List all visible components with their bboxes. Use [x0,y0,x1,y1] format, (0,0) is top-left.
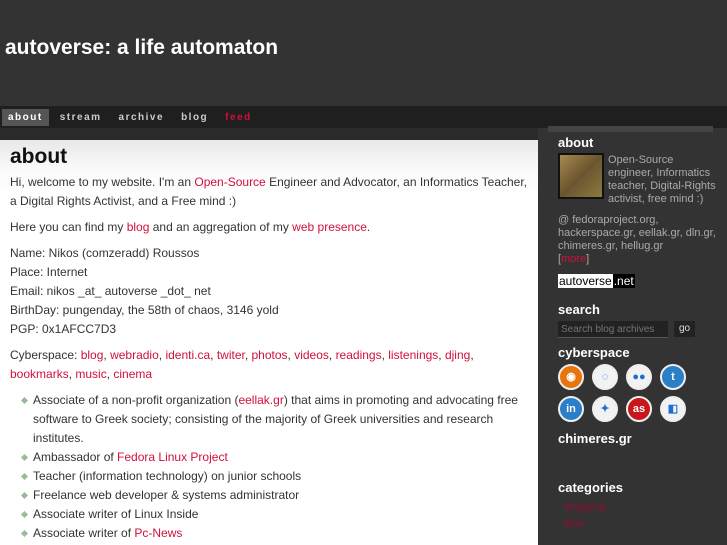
list-item: Freelance web developer & systems admini… [22,486,528,505]
text: and an aggregation of my [149,220,293,234]
link[interactable]: Open-Source [194,175,265,189]
text: , [244,348,252,362]
page-title: about [10,145,68,168]
text: Here you can find my [10,220,127,234]
twitter-icon[interactable]: t [660,364,686,390]
text: Associate writer of Linux Inside [33,507,199,521]
main-content: about Hi, welcome to my website. I'm an … [0,140,538,545]
category-link[interactable]: blogging [558,499,717,516]
text: Cyberspace: [10,348,81,362]
list-item: Associate of a non-profit organization (… [22,391,528,448]
text: Associate of a non-profit organization ( [33,393,239,407]
text: Associate writer of [33,526,135,540]
text: Freelance web developer & systems admini… [33,488,300,502]
identica-icon[interactable]: ◌ [592,364,618,390]
paragraph: Here you can find my blog and an aggrega… [10,218,528,237]
nav-blog[interactable]: blog [175,109,214,126]
linkedin-icon[interactable]: in [558,396,584,422]
list-item: Associate writer of Linux Inside [22,505,528,524]
text: PGP: 0x1AFCC7D3 [10,322,117,336]
text: BirthDay: pungenday, the 58th of chaos, … [10,303,279,317]
text: , [470,348,474,362]
link[interactable]: identi.ca [165,348,210,362]
paragraph: Cyberspace: blog, webradio, identi.ca, t… [10,346,528,384]
link[interactable]: music [75,367,106,381]
link[interactable]: videos [294,348,329,362]
link[interactable]: cinema [113,367,152,381]
link[interactable]: eellak.gr [238,393,283,407]
cyberspace-title: cyberspace [558,345,630,360]
avatar [558,153,604,199]
nav-stream[interactable]: stream [54,109,108,126]
nav-feed[interactable]: feed [219,109,258,126]
text: Name: Nikos (comzeradd) Roussos [10,246,200,260]
link[interactable]: Fedora Linux Project [117,450,228,464]
flickr-icon[interactable]: ●● [626,364,652,390]
text: Place: Internet [10,265,88,279]
link[interactable]: djing [445,348,470,362]
sidebar: about Open-Source engineer, Informatics … [538,126,727,545]
text: , [328,348,336,362]
link[interactable]: readings [336,348,382,362]
badge-tld: .net [612,274,635,288]
more-link[interactable]: more [561,253,586,265]
delicious-icon[interactable]: ◧ [660,396,686,422]
link[interactable]: photos [252,348,288,362]
nav-about[interactable]: about [2,108,49,126]
site-title[interactable]: autoverse: a life automaton [5,36,278,60]
link[interactable]: blog [127,220,150,234]
search-go-button[interactable]: go [674,321,695,337]
nav-archive[interactable]: archive [113,109,171,126]
link[interactable]: bookmarks [10,367,69,381]
paragraph: Name: Nikos (comzeradd) Roussos Place: In… [10,244,528,339]
main-nav: about stream archive blog feed [0,106,727,128]
category-link[interactable]: libre [558,516,717,533]
text: , [210,348,217,362]
text: Hi, welcome to my website. I'm an [10,175,195,189]
roles-list: Associate of a non-profit organization (… [10,391,528,543]
categories-title: categories [558,480,624,495]
link[interactable]: webradio [110,348,159,362]
chimeres-title[interactable]: chimeres.gr [558,432,717,445]
text: . [366,220,371,234]
affiliations: @ fedoraproject.org, hackerspace.gr, eel… [558,214,716,265]
about-widget: Open-Source engineer, Informatics teache… [558,153,717,289]
link[interactable]: web presence [292,220,367,234]
list-item: Teacher (information technology) on juni… [22,467,528,486]
link[interactable]: twiter [217,348,245,362]
site-header: autoverse: a life automaton [0,0,727,106]
sidebar-about-title: about [558,135,594,150]
autoverse-badge[interactable]: autoverse .net [558,274,635,288]
list-item: Associate writer of Pc-News [22,524,528,543]
intro-text: Hi, welcome to my website. I'm an Open-S… [10,173,528,384]
badge-name: autoverse [558,274,613,288]
rss-icon[interactable]: ◉ [558,364,584,390]
list-item: Ambassador of Fedora Linux Project [22,448,528,467]
text: Ambassador of [33,450,118,464]
lastfm-icon[interactable]: as [626,396,652,422]
search-form: go [558,321,717,338]
text: , [438,348,445,362]
search-title: search [558,302,600,317]
link[interactable]: listenings [388,348,438,362]
affiliations-text: @ fedoraproject.org, hackerspace.gr, eel… [558,214,716,252]
paragraph: Hi, welcome to my website. I'm an Open-S… [10,173,528,211]
link[interactable]: blog [81,348,104,362]
text: Teacher (information technology) on juni… [33,469,302,483]
search-input[interactable] [558,321,668,338]
social-icons: ◉ ◌ ●● t in ✦ as ◧ [558,364,717,422]
google-buzz-icon[interactable]: ✦ [592,396,618,422]
link[interactable]: Pc-News [134,526,182,540]
text: Email: nikos _at_ autoverse _dot_ net [10,284,211,298]
sidebar-top-bar [548,126,713,132]
categories-list: blogging libre [558,499,717,533]
